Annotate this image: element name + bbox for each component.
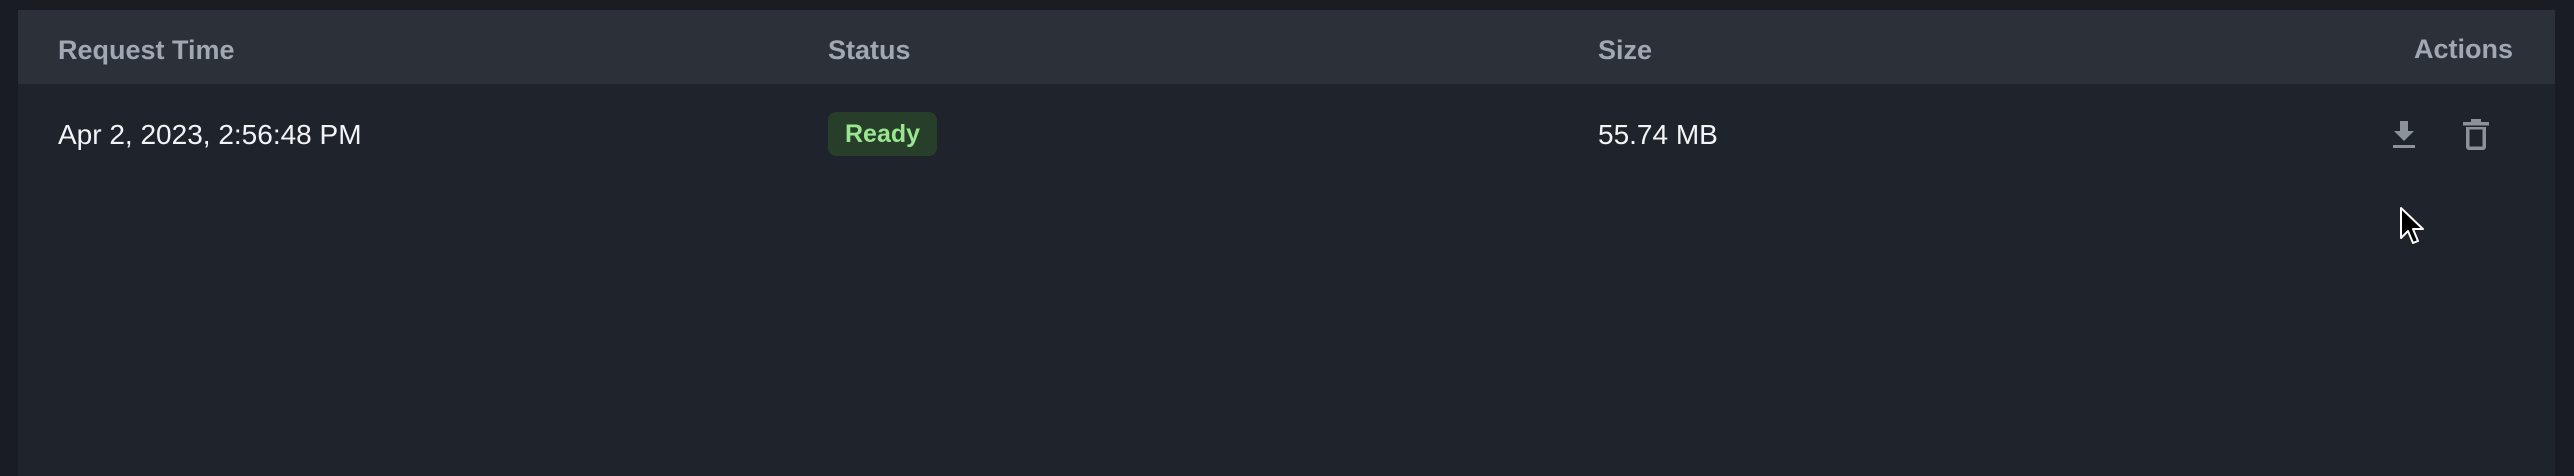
column-header-request-time[interactable]: Request Time [58,10,235,84]
download-button[interactable] [2384,114,2424,154]
page-edge [2555,0,2574,476]
mouse-cursor-icon [2400,207,2424,244]
table-header: Request Time Status Size Actions [18,10,2555,84]
size-cell: 55.74 MB [1598,119,1718,150]
column-header-status[interactable]: Status [828,10,911,84]
exports-table: Request Time Status Size Actions Apr 2, … [18,10,2555,476]
trash-icon [2463,119,2489,150]
download-icon [2393,121,2415,148]
request-time-cell: Apr 2, 2023, 2:56:48 PM [58,119,362,150]
status-badge: Ready [828,112,938,156]
table-row: Apr 2, 2023, 2:56:48 PM Ready 55.74 MB [18,84,2555,186]
column-header-actions: Actions [2413,34,2513,64]
column-header-size[interactable]: Size [1598,10,1652,84]
delete-button[interactable] [2456,114,2496,154]
